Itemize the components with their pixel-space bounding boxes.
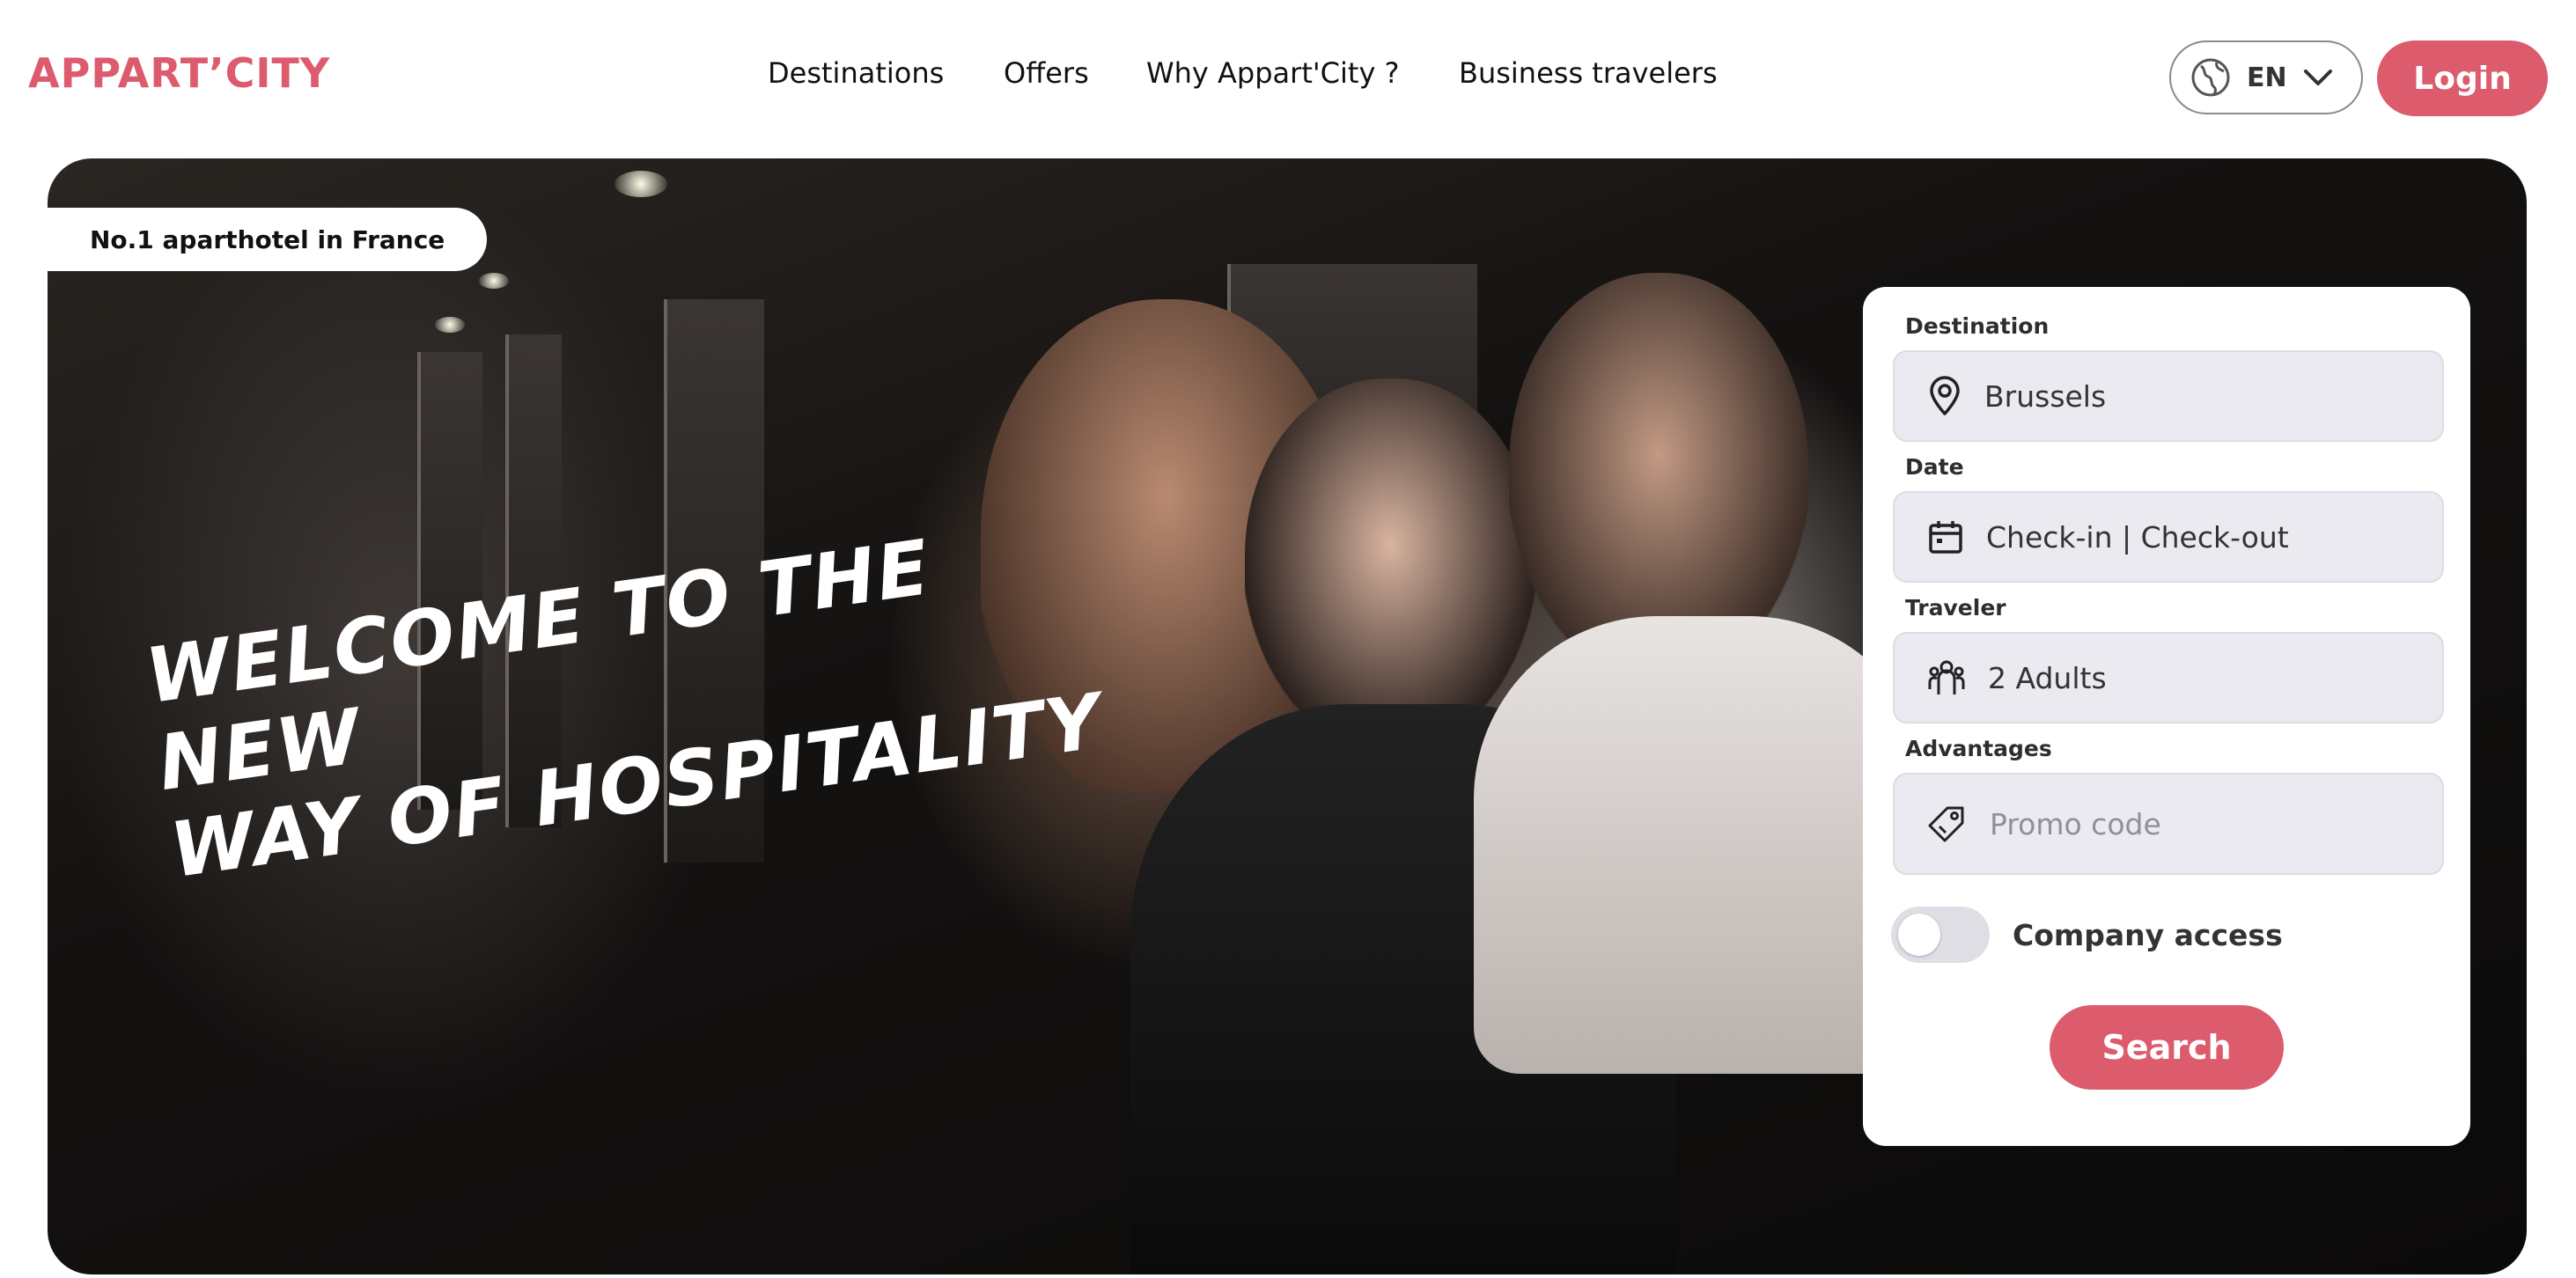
date-field[interactable]: Check-in | Check-out xyxy=(1893,491,2444,583)
login-button[interactable]: Login xyxy=(2377,40,2548,116)
toggle-knob xyxy=(1898,914,1940,956)
nav-why-appartcity[interactable]: Why Appart'City ? xyxy=(1146,56,1400,90)
ceiling-light xyxy=(479,273,509,289)
people-icon xyxy=(1928,659,1965,696)
hero-badge: No.1 aparthotel in France xyxy=(48,208,488,271)
search-button[interactable]: Search xyxy=(2050,1005,2284,1090)
traveler-value: 2 Adults xyxy=(1988,660,2107,695)
traveler-label: Traveler xyxy=(1905,595,2006,621)
language-code: EN xyxy=(2247,62,2287,93)
person-center xyxy=(1245,378,1535,748)
traveler-field[interactable]: 2 Adults xyxy=(1893,632,2444,723)
destination-label: Destination xyxy=(1905,313,2050,339)
promo-code-field[interactable] xyxy=(1893,773,2444,875)
search-panel: Destination Brussels Date Check-in | Che… xyxy=(1863,287,2470,1146)
date-label: Date xyxy=(1905,454,1964,480)
nav-offers[interactable]: Offers xyxy=(1004,56,1089,90)
globe-icon xyxy=(2190,57,2231,98)
advantages-label: Advantages xyxy=(1905,736,2052,761)
language-selector[interactable]: EN xyxy=(2169,40,2363,114)
chevron-down-icon xyxy=(2303,68,2333,87)
promo-code-input[interactable] xyxy=(1988,805,2414,842)
date-value: Check-in | Check-out xyxy=(1986,519,2289,555)
nav-business-travelers[interactable]: Business travelers xyxy=(1459,56,1718,90)
company-access-toggle[interactable] xyxy=(1891,907,1990,963)
tag-icon xyxy=(1928,805,1965,842)
nav-destinations[interactable]: Destinations xyxy=(768,56,944,90)
ceiling-light xyxy=(615,171,667,197)
company-access-row: Company access xyxy=(1891,907,2283,963)
destination-field[interactable]: Brussels xyxy=(1893,350,2444,442)
company-access-label: Company access xyxy=(2013,917,2283,952)
calendar-icon xyxy=(1928,519,1963,555)
location-pin-icon xyxy=(1928,376,1961,416)
ceiling-light xyxy=(435,317,465,333)
destination-value: Brussels xyxy=(1984,378,2107,414)
